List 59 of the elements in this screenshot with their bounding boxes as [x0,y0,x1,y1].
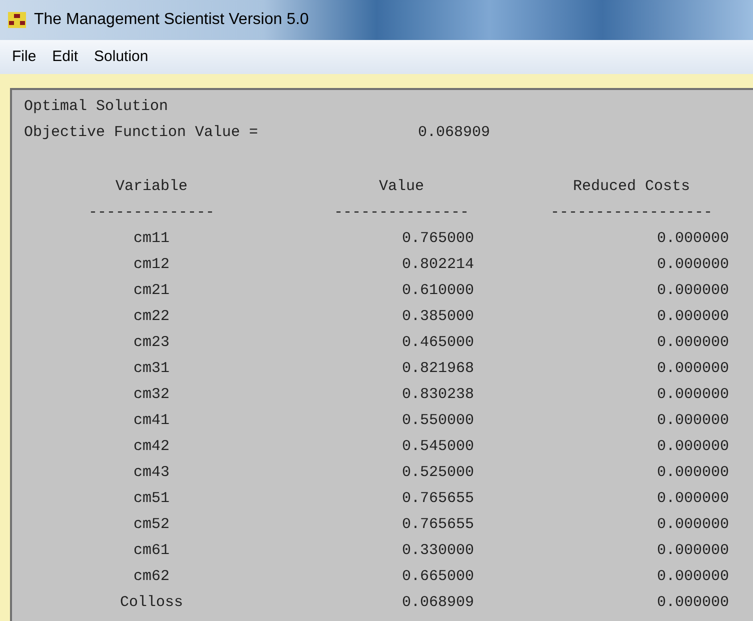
variable-cell-text: Colloss [120,593,183,613]
value-cell-text: 0.665000 [402,567,474,587]
variable-cell-text: cm11 [133,229,170,249]
value-cell-text: 0.525000 [402,463,474,483]
value-cell-text: 0.545000 [402,437,474,457]
reduced-cost-cell-text: 0.000000 [656,567,729,587]
variable-cell-text: cm12 [133,255,170,275]
objective-value: 0.068909 [418,123,490,143]
value-cell-text: 0.802214 [402,255,474,275]
reduced-cost-cell-text: 0.000000 [656,281,729,301]
window-title: The Management Scientist Version 5.0 [34,10,309,30]
column-underline: ------------------ [550,203,713,223]
value-cell-text: 0.330000 [402,541,474,561]
value-cell-text: 0.830238 [402,385,474,405]
value-cell-text: 0.821968 [402,359,474,379]
reduced-cost-cell-text: 0.000000 [656,541,729,561]
variable-cell-text: cm61 [133,541,170,561]
menu-item[interactable]: Solution [94,46,148,68]
column-header: Variable [115,177,188,197]
value-cell-text: 0.765655 [402,515,474,535]
reduced-cost-cell-text: 0.000000 [656,515,729,535]
variable-cell-text: cm43 [133,463,170,483]
reduced-cost-cell-text: 0.000000 [656,307,729,327]
reduced-cost-cell-text: 0.000000 [656,437,729,457]
column-underline: --------------- [334,203,470,223]
variable-cell-text: cm51 [133,489,170,509]
menu-item[interactable]: File [12,46,36,68]
reduced-cost-cell-text: 0.000000 [656,385,729,405]
reduced-cost-cell-text: 0.000000 [656,229,729,249]
variable-cell-text: cm22 [133,307,170,327]
app-icon [8,12,26,28]
value-cell-text: 0.550000 [402,411,474,431]
reduced-cost-cell-text: 0.000000 [656,411,729,431]
variable-cell-text: cm42 [133,437,170,457]
variable-cell-text: cm32 [133,385,170,405]
reduced-cost-cell-text: 0.000000 [656,255,729,275]
reduced-cost-cell-text: 0.000000 [656,359,729,379]
value-cell-text: 0.765000 [402,229,474,249]
objective-label: Objective Function Value = [24,123,258,143]
value-cell-text: 0.068909 [402,593,474,613]
reduced-cost-cell-text: 0.000000 [656,593,729,613]
solution-heading: Optimal Solution [24,97,168,117]
menu-item[interactable]: Edit [52,46,78,68]
variable-cell-text: cm41 [133,411,170,431]
reduced-cost-cell-text: 0.000000 [656,333,729,353]
value-cell-text: 0.765655 [402,489,474,509]
column-underline: -------------- [88,203,215,223]
reduced-cost-cell-text: 0.000000 [656,463,729,483]
column-header: Value [378,177,424,197]
column-header: Reduced Costs [572,177,690,197]
variable-cell-text: cm31 [133,359,170,379]
variable-cell-text: cm52 [133,515,170,535]
variable-cell-text: cm21 [133,281,170,301]
variable-cell-text: cm23 [133,333,170,353]
variable-cell-text: cm62 [133,567,170,587]
value-cell-text: 0.465000 [402,333,474,353]
value-cell-text: 0.610000 [402,281,474,301]
value-cell-text: 0.385000 [402,307,474,327]
reduced-cost-cell-text: 0.000000 [656,489,729,509]
